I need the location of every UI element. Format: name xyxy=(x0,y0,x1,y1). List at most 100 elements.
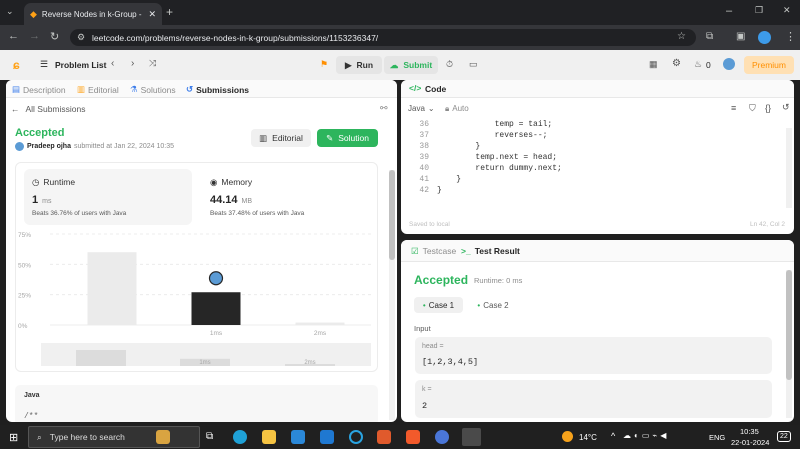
brave-icon[interactable] xyxy=(406,430,420,444)
code-line[interactable]: 38 } xyxy=(401,142,794,153)
code-line[interactable]: 37 reverses--; xyxy=(401,131,794,142)
solution-button[interactable]: ✎ Solution xyxy=(317,129,378,147)
line-number: 38 xyxy=(419,142,429,151)
line-number: 42 xyxy=(419,186,429,195)
submitter-name[interactable]: Pradeep ojha xyxy=(27,143,71,150)
streak-fire-icon[interactable]: ♨ xyxy=(694,59,702,70)
left-scrollbar[interactable] xyxy=(389,170,395,420)
browser-tab[interactable]: ◆ Reverse Nodes in k-Group - Lee ✕ xyxy=(24,3,162,25)
tray-icons[interactable]: ☁◐▭⌁◀ xyxy=(623,431,669,440)
url-bar[interactable]: ⚙ leetcode.com/problems/reverse-nodes-in… xyxy=(70,29,696,46)
submitter-line: Pradeep ojha submitted at Jan 22, 2024 1… xyxy=(15,142,174,151)
code-line[interactable]: 42} xyxy=(401,186,794,197)
tab-solutions[interactable]: ⚗ Solutions xyxy=(130,84,176,95)
next-problem-icon[interactable]: › xyxy=(131,58,134,69)
submission-panel: ▤ Description ▥ Editorial ⚗ Solutions ↺ … xyxy=(6,80,397,422)
leetcode-logo-icon[interactable]: ɕ xyxy=(13,58,20,72)
minimize-icon[interactable]: – xyxy=(726,5,732,17)
problem-list-icon[interactable]: ☰ xyxy=(40,59,48,70)
problem-list-link[interactable]: Problem List xyxy=(55,60,106,70)
chart-bar[interactable] xyxy=(295,322,345,325)
tab-description[interactable]: ▤ Description xyxy=(12,84,66,95)
taskbar-search-box[interactable]: ⌕ Type here to search xyxy=(28,426,200,448)
windows-start-icon[interactable]: ⊞ xyxy=(9,431,18,444)
code-line[interactable]: 36 temp = tail; xyxy=(401,120,794,131)
window-close-icon[interactable]: ✕ xyxy=(783,5,791,16)
profile-avatar[interactable] xyxy=(758,31,771,44)
submit-button[interactable]: ☁ Submit xyxy=(384,56,438,74)
file-explorer-icon[interactable] xyxy=(262,430,276,444)
tab-search-icon[interactable]: ⌄ xyxy=(6,6,14,17)
code-line[interactable]: 41 } xyxy=(401,175,794,186)
reset-icon[interactable]: ↺ xyxy=(782,102,790,113)
submission-status: Accepted xyxy=(15,127,65,139)
memory-stat[interactable]: ◉ Memory 44.14 MB Beats 37.48% of users … xyxy=(202,169,370,225)
k-input-field[interactable]: k = 2 xyxy=(415,380,772,418)
back-icon[interactable]: ← xyxy=(8,30,19,42)
weather-icon[interactable] xyxy=(562,431,573,442)
site-info-icon[interactable]: ⚙ xyxy=(77,32,85,43)
code-scrollbar[interactable] xyxy=(786,128,792,208)
case-1-tab[interactable]: • Case 1 xyxy=(414,297,463,313)
clock-time[interactable]: 10:35 xyxy=(740,427,759,436)
reload-icon[interactable]: ↻ xyxy=(50,30,59,43)
all-submissions-link[interactable]: ← All Submissions xyxy=(11,104,86,114)
tab-testcase[interactable]: ☑ Testcase xyxy=(411,246,456,257)
forward-icon[interactable]: → xyxy=(29,30,40,42)
shuffle-icon[interactable]: ⤨ xyxy=(149,58,156,69)
left-scrollbar-thumb[interactable] xyxy=(389,170,395,260)
case-2-tab[interactable]: • Case 2 xyxy=(471,297,515,313)
share-link-icon[interactable]: ⚯ xyxy=(380,103,388,114)
result-scrollbar[interactable] xyxy=(786,270,792,418)
sidepanel-icon[interactable]: ▣ xyxy=(736,31,745,42)
extensions-icon[interactable]: ⧉ xyxy=(706,31,713,42)
prev-problem-icon[interactable]: ‹ xyxy=(111,58,114,69)
timer-icon[interactable]: ⏱ xyxy=(446,59,453,70)
restore-icon[interactable]: ❐ xyxy=(755,5,763,16)
new-tab-icon[interactable]: + xyxy=(166,5,173,19)
x-tick-label: 2ms xyxy=(314,330,327,337)
submitter-avatar[interactable] xyxy=(15,142,24,151)
format-icon[interactable]: ≡ xyxy=(731,103,736,113)
opera-icon[interactable] xyxy=(349,430,363,444)
code-line[interactable]: 39 temp.next = head; xyxy=(401,153,794,164)
weather-temp[interactable]: 14°C xyxy=(579,433,597,442)
firefox-icon[interactable] xyxy=(435,430,449,444)
chart-bar[interactable] xyxy=(87,252,137,325)
code-lines[interactable]: 36 temp = tail; 37 reverses--; 38 } 39 temp… xyxy=(401,120,794,200)
editorial-button[interactable]: ▥ Editorial xyxy=(251,129,311,147)
chrome-icon[interactable] xyxy=(462,428,481,446)
code-line[interactable]: 40 return dummy.next; xyxy=(401,164,794,175)
widget-app-icon[interactable] xyxy=(156,430,170,444)
settings-gear-icon[interactable]: ⚙ xyxy=(672,58,681,69)
user-avatar[interactable] xyxy=(723,58,735,70)
tray-chevron-icon[interactable]: ^ xyxy=(611,431,615,441)
head-input-field[interactable]: head = [1,2,3,4,5] xyxy=(415,337,772,374)
premium-button[interactable]: Premium xyxy=(744,56,794,74)
run-button[interactable]: ▶ Run xyxy=(336,56,382,74)
braces-icon[interactable]: {} xyxy=(765,103,771,113)
tab-submissions[interactable]: ↺ Submissions xyxy=(186,84,249,95)
chart-bar[interactable] xyxy=(191,292,241,325)
edge-browser-icon[interactable] xyxy=(233,430,247,444)
input-language[interactable]: ENG xyxy=(709,433,725,442)
language-select[interactable]: Java ⌄ xyxy=(408,104,435,113)
clock-date[interactable]: 22-01-2024 xyxy=(731,438,769,447)
bookmark-star-icon[interactable]: ☆ xyxy=(677,31,686,42)
runtime-stat[interactable]: ◷ Runtime 1 ms Beats 36.76% of users wit… xyxy=(24,169,192,225)
runtime-value: 1 xyxy=(32,194,39,206)
notification-badge[interactable]: 22 xyxy=(777,431,791,442)
bookmark-icon[interactable]: ⛉ xyxy=(749,103,756,114)
store-icon[interactable] xyxy=(291,430,305,444)
tab-close-icon[interactable]: ✕ xyxy=(148,9,156,20)
layout-icon[interactable]: ▦ xyxy=(649,59,658,70)
task-view-icon[interactable]: ⧉ xyxy=(206,431,213,442)
tab-test-result[interactable]: >_ Test Result xyxy=(461,246,520,256)
result-scrollbar-thumb[interactable] xyxy=(786,270,792,380)
tab-editorial[interactable]: ▥ Editorial xyxy=(77,84,119,95)
debug-icon[interactable]: ⚑ xyxy=(320,59,328,70)
mail-icon[interactable] xyxy=(320,430,334,444)
notes-icon[interactable]: ▭ xyxy=(469,59,478,70)
pdf-app-icon[interactable] xyxy=(377,430,391,444)
browser-menu-icon[interactable]: ⋮ xyxy=(785,30,796,43)
